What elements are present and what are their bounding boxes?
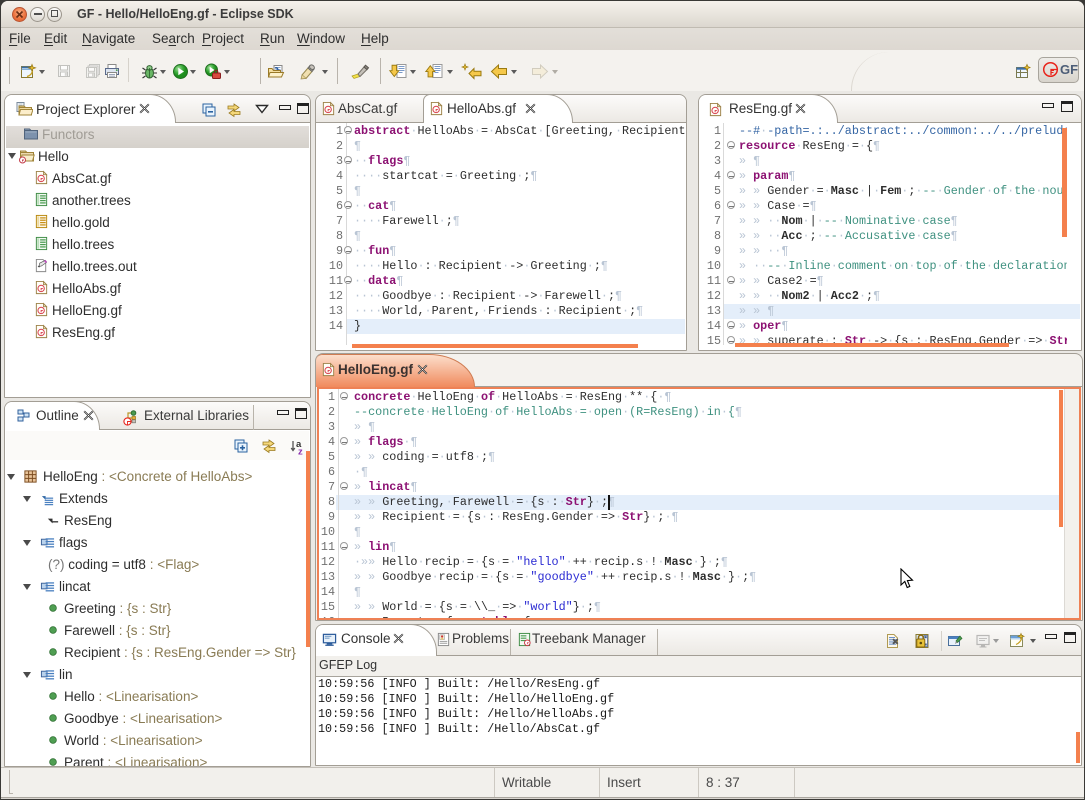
svg-text:z: z: [298, 447, 303, 456]
